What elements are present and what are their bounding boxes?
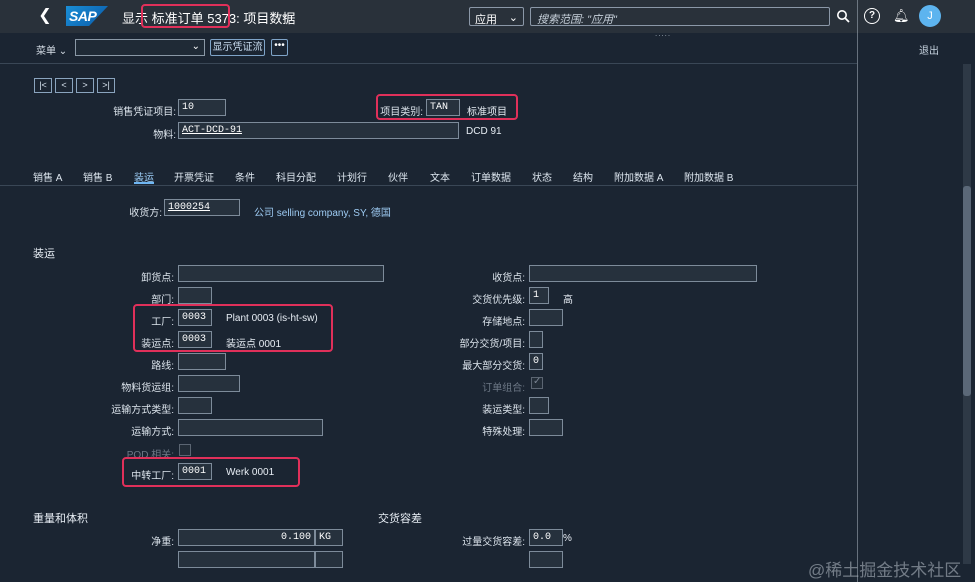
storage-location-label: 存储地点: [482,317,525,328]
shipping-type-label: 装运类型: [482,405,525,416]
next-item-button[interactable]: > [76,78,94,93]
transport-method-field[interactable] [178,419,323,436]
chevron-down-icon: ⌄ [191,41,200,52]
tab-conditions[interactable]: 条件 [235,169,255,184]
sap-logo[interactable]: SAP [66,6,108,26]
overdelivery-tolerance-unit: % [563,533,572,544]
overdelivery-tolerance-label: 过量交货容差: [462,537,525,548]
delivery-priority-description: 高 [563,295,573,306]
transport-method-label: 运输方式: [131,427,174,438]
tab-sales-a[interactable]: 销售 A [33,169,62,184]
item-label: 销售凭证项目: [113,107,176,118]
chevron-down-icon: ⌄ [508,12,518,24]
pod-relevant-checkbox[interactable] [179,444,191,456]
special-processing-field[interactable] [529,419,563,436]
highlight-plant-shipping-point [133,304,333,352]
unloading-point-field[interactable] [178,265,384,282]
notification-bell-icon[interactable]: 🔔︎ [893,8,910,24]
ship-to-label: 收货方: [129,208,162,219]
sap-logo-text: SAP [69,8,97,24]
tab-additional-data-a[interactable]: 附加数据 A [614,169,663,184]
net-weight-unit-field[interactable]: KG [315,529,343,546]
chevron-down-icon: ⌄ [58,46,68,57]
menu-dropdown[interactable]: ⌄ [75,39,205,56]
menu-button[interactable]: 菜单 ⌄ [36,42,67,57]
tab-sales-b[interactable]: 销售 B [83,169,112,184]
order-combination-label: 订单组合: [482,383,525,394]
route-field[interactable] [178,353,226,370]
more-button[interactable]: ••• [271,39,288,56]
net-weight-label: 净重: [151,537,174,548]
tab-account-assignment[interactable]: 科目分配 [276,169,316,184]
partial-delivery-field[interactable] [529,331,543,348]
active-tab-indicator [134,182,154,184]
max-partial-deliveries-label: 最大部分交货: [462,361,525,372]
tab-structure[interactable]: 结构 [573,169,593,184]
material-label: 物料: [153,130,176,141]
net-weight-field[interactable]: 0.100 [178,529,315,546]
gross-weight-field[interactable] [178,551,315,568]
delivery-priority-label: 交货优先级: [472,295,525,306]
tab-schedule-lines[interactable]: 计划行 [337,169,367,184]
tab-order-data[interactable]: 订单数据 [471,169,511,184]
item-field[interactable]: 10 [178,99,226,116]
help-icon[interactable]: ? [864,8,880,24]
exit-button[interactable]: 退出 [919,42,939,57]
order-combination-checkbox[interactable] [531,376,543,389]
scrollbar-thumb[interactable] [963,186,971,396]
chevron-down-icon[interactable]: ⌄ [280,8,289,21]
shipping-section-title: 装运 [33,248,55,260]
ship-to-description[interactable]: 公司 selling company, SY, 德国 [254,204,391,219]
material-field[interactable]: ACT-DCD-91 [178,122,459,139]
watermark: @稀土掘金技术社区 [808,561,962,580]
ship-to-field[interactable]: 1000254 [164,199,240,216]
resize-grip[interactable]: ..... [655,29,671,38]
partial-delivery-label: 部分交货/项目: [459,339,525,350]
show-document-flow-button[interactable]: 显示凭证流 [210,39,265,56]
highlight-transit-plant [122,457,300,487]
previous-item-button[interactable]: < [55,78,73,93]
route-label: 路线: [151,361,174,372]
special-processing-label: 特殊处理: [482,427,525,438]
tab-additional-data-b[interactable]: 附加数据 B [684,169,733,184]
scope-value: 应用 [475,14,497,26]
menu-label: 菜单 [36,46,56,57]
gross-weight-unit-field[interactable] [315,551,343,568]
back-arrow-icon[interactable]: ❮ [36,7,54,25]
toolbar-divider [0,63,857,64]
first-item-button[interactable]: |< [34,78,52,93]
underdelivery-tolerance-field[interactable] [529,551,563,568]
search-scope-select[interactable]: 应用 ⌄ [469,7,524,26]
highlight-item-category [376,94,518,120]
pane-divider [857,0,858,582]
tab-divider [0,185,857,186]
material-freight-group-field[interactable] [178,375,240,392]
shipping-type-field[interactable] [529,397,549,414]
highlight-order-number [141,4,230,28]
avatar[interactable]: J [919,5,941,27]
last-item-button[interactable]: >| [97,78,115,93]
receiving-point-label: 收货点: [492,273,525,284]
material-description: DCD 91 [466,126,502,137]
material-freight-group-label: 物料货运组: [121,383,174,394]
tab-billing[interactable]: 开票凭证 [174,169,214,184]
transport-type-label: 运输方式类型: [111,405,174,416]
max-partial-deliveries-field[interactable]: 0 [529,353,543,370]
delivery-tolerance-section-title: 交货容差 [378,513,422,525]
unloading-point-label: 卸货点: [141,273,174,284]
department-field[interactable] [178,287,212,304]
weight-volume-section-title: 重量和体积 [33,513,88,525]
overdelivery-tolerance-field[interactable]: 0.0 [529,529,563,546]
receiving-point-field[interactable] [529,265,757,282]
transport-type-field[interactable] [178,397,212,414]
search-icon[interactable] [836,9,850,23]
tab-status[interactable]: 状态 [532,169,552,184]
tab-texts[interactable]: 文本 [430,169,450,184]
tab-partners[interactable]: 伙伴 [388,169,408,184]
delivery-priority-field[interactable]: 1 [529,287,549,304]
search-input[interactable]: 搜索范围: "应用" [530,7,830,26]
storage-location-field[interactable] [529,309,563,326]
